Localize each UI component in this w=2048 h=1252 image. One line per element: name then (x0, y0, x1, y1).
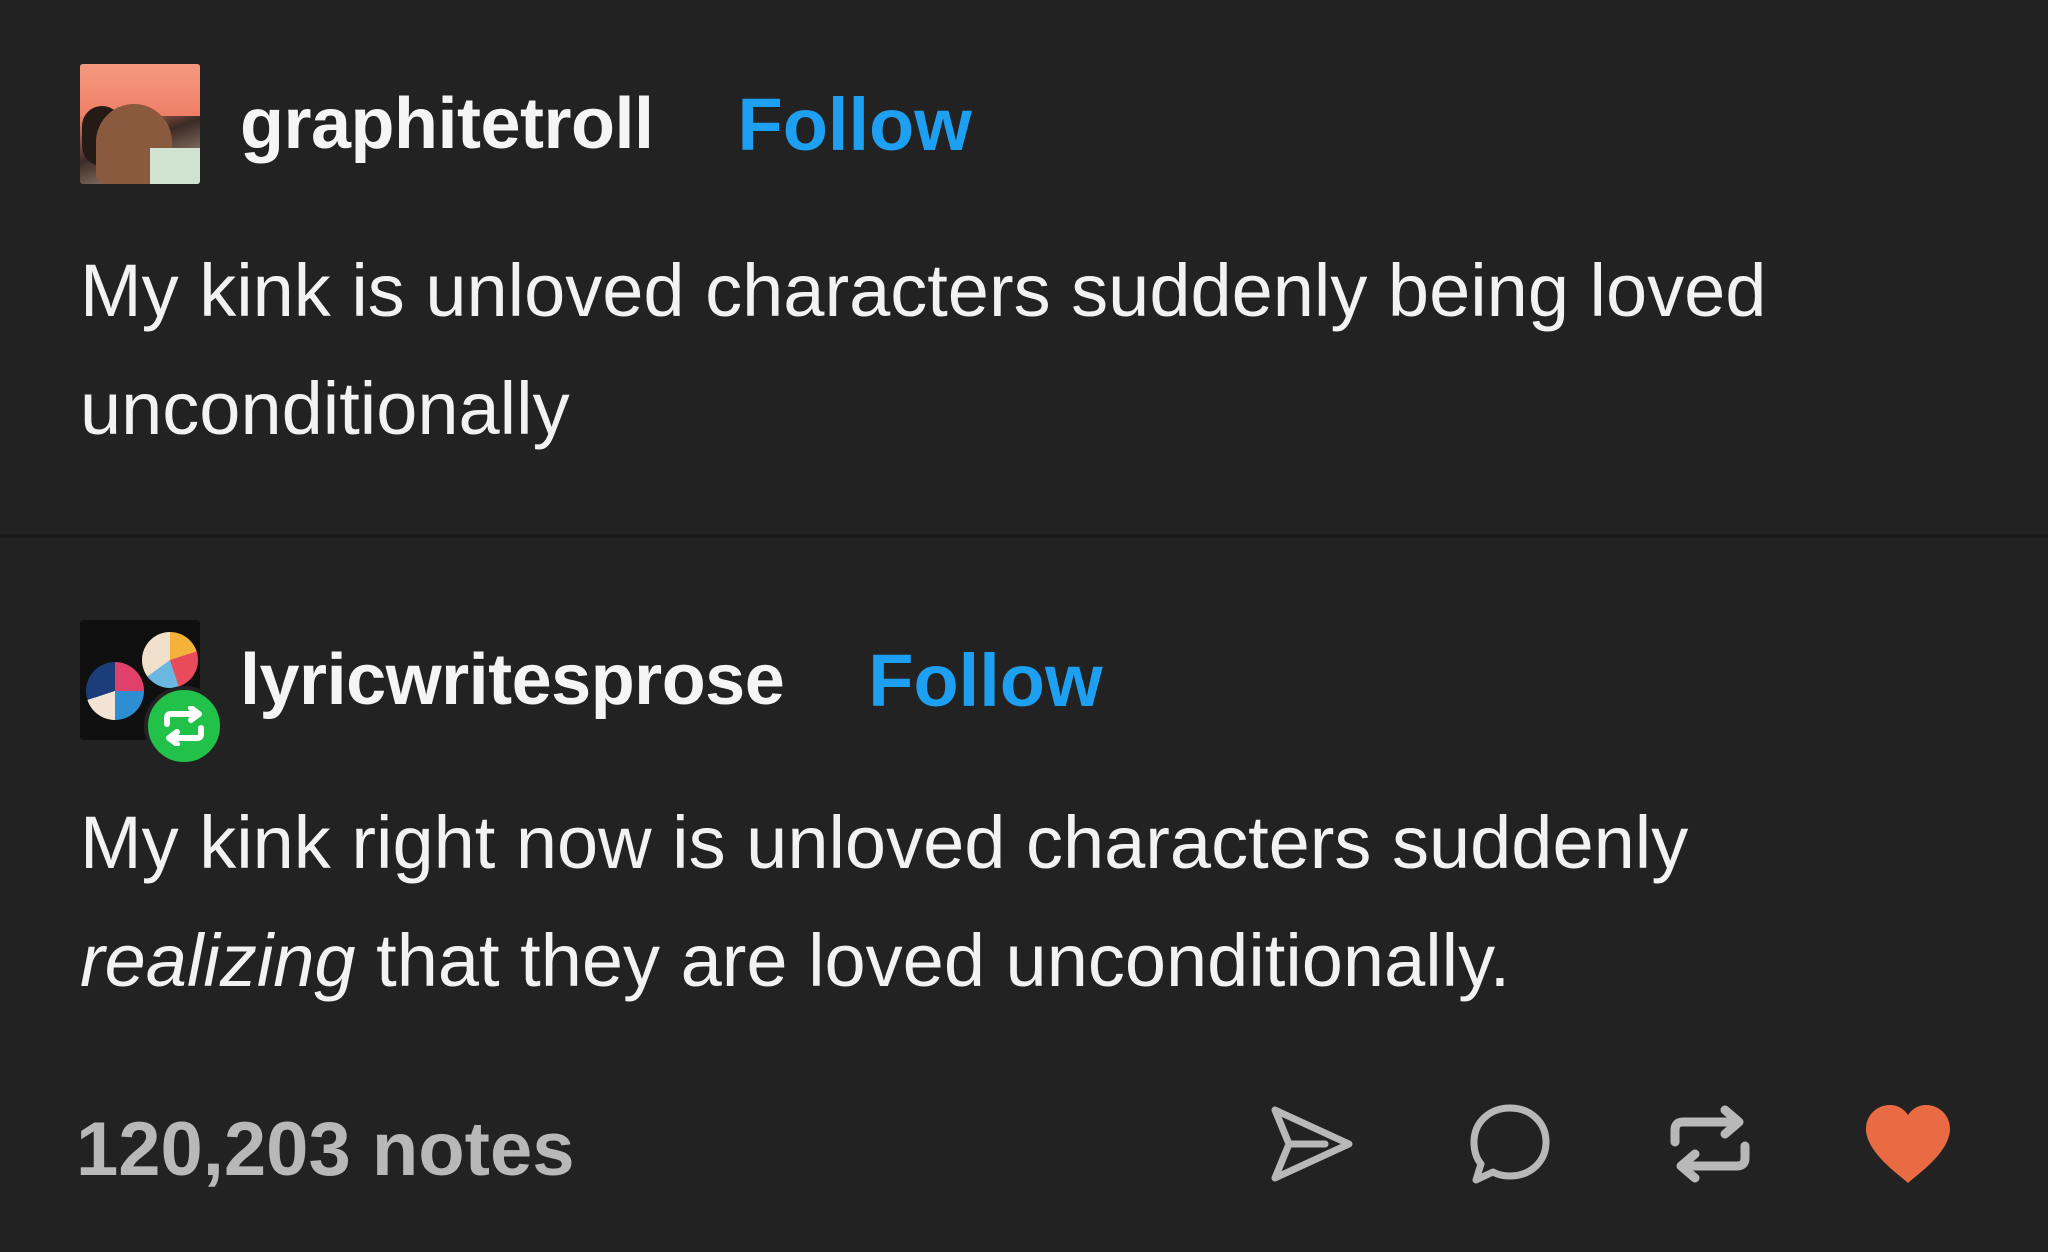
original-post: graphitetroll Follow My kink is unloved … (0, 0, 2048, 534)
reblog-post: lyricwritesprose Follow My kink right no… (0, 538, 2048, 1252)
avatar-graphitetroll[interactable] (80, 64, 200, 184)
post-footer: 120,203 notes (0, 1068, 2048, 1208)
avatar-lyricwritesprose[interactable] (80, 620, 224, 766)
follow-button[interactable]: Follow (738, 82, 972, 167)
notes-count[interactable]: 120,203 notes (76, 1106, 575, 1193)
reblog-button[interactable] (1660, 1094, 1760, 1194)
reply-button[interactable] (1460, 1094, 1560, 1194)
post-header: graphitetroll Follow (80, 64, 972, 184)
reply-icon (1470, 1104, 1550, 1184)
like-button[interactable] (1858, 1094, 1958, 1194)
post-text-part: that they are loved unconditionally. (355, 919, 1511, 1002)
avatar-collar (150, 148, 200, 184)
post-text-emphasis: realizing (80, 919, 356, 1002)
heart-icon (1866, 1105, 1950, 1183)
post-body-text: My kink right now is unloved characters … (80, 784, 1980, 1020)
post-header: lyricwritesprose Follow (80, 620, 1103, 766)
post-text-part: My kink right now is unloved characters … (80, 801, 1689, 884)
username-link[interactable]: graphitetroll (240, 83, 654, 165)
follow-button[interactable]: Follow (868, 638, 1102, 723)
avatar-orb (142, 632, 198, 688)
reblog-icon (1670, 1105, 1750, 1183)
username-link[interactable]: lyricwritesprose (240, 639, 785, 721)
post-body-text: My kink is unloved characters suddenly b… (80, 249, 1767, 450)
avatar-orb (86, 662, 144, 720)
reblog-badge-icon (144, 686, 224, 766)
share-button[interactable] (1262, 1094, 1362, 1194)
share-icon (1271, 1106, 1353, 1182)
